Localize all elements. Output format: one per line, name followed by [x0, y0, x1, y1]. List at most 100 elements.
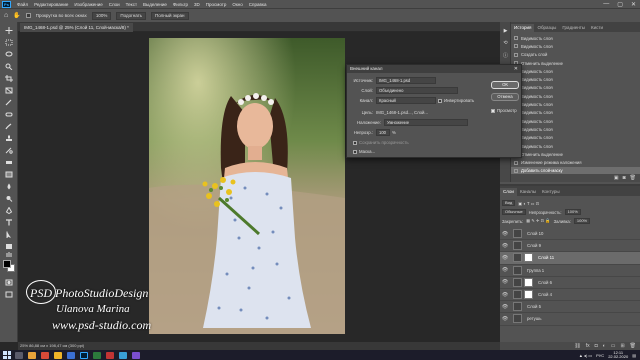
- minimize-icon[interactable]: —: [603, 1, 609, 7]
- ok-button[interactable]: ОК: [491, 81, 519, 89]
- menu-view[interactable]: Просмотр: [203, 2, 230, 7]
- info-icon[interactable]: ⓘ: [502, 52, 509, 59]
- adjustment-layer-icon[interactable]: ◐: [603, 343, 606, 349]
- foreground-color-swatch[interactable]: [3, 260, 11, 268]
- history-row[interactable]: Изменение режима наложения: [511, 158, 640, 166]
- scroll-all-checkbox[interactable]: [25, 13, 31, 18]
- dialog-close-icon[interactable]: ✕: [514, 65, 518, 73]
- maximize-icon[interactable]: ▢: [617, 1, 623, 8]
- path-select-tool-icon[interactable]: [4, 230, 14, 238]
- word-icon[interactable]: [67, 351, 75, 359]
- chrome-icon[interactable]: [54, 351, 62, 359]
- photo-canvas[interactable]: [149, 38, 345, 334]
- layer-mask-thumbnail[interactable]: [524, 253, 533, 263]
- move-tool-icon[interactable]: [4, 26, 14, 34]
- history-row[interactable]: Видимость слоя: [511, 134, 640, 142]
- tab-channels[interactable]: Каналы: [517, 188, 539, 196]
- history-row[interactable]: Видимость слоя: [511, 75, 640, 83]
- mask-checkbox[interactable]: [353, 149, 357, 154]
- brush-tool-icon[interactable]: [4, 122, 14, 130]
- app-icon[interactable]: [106, 351, 114, 359]
- menu-file[interactable]: Файл: [14, 2, 31, 7]
- layer-thumbnail[interactable]: [513, 314, 522, 324]
- preserve-transparency-checkbox[interactable]: [353, 140, 357, 145]
- hand-tool-icon[interactable]: [4, 250, 14, 258]
- document-tab[interactable]: IMG_1468-1.psd @ 25% (Слой 11, Слой-маск…: [20, 23, 133, 32]
- camera-icon[interactable]: ◙: [623, 175, 626, 181]
- file-explorer-icon[interactable]: [28, 351, 36, 359]
- history-row[interactable]: Видимость слоя: [511, 67, 640, 75]
- layer-select[interactable]: Объединено: [376, 87, 458, 94]
- clone-stamp-tool-icon[interactable]: [4, 134, 14, 142]
- search-icon[interactable]: [15, 351, 23, 359]
- filter-icons[interactable]: ▣ ◐ T ▭ ⊡: [518, 201, 539, 206]
- opera-browser-icon[interactable]: [41, 351, 49, 359]
- visibility-eye-icon[interactable]: 👁: [500, 316, 510, 322]
- history-row[interactable]: Создать слой: [511, 51, 640, 59]
- menu-layers[interactable]: Слои: [106, 2, 123, 7]
- opacity-field[interactable]: 100%: [564, 209, 581, 215]
- source-select[interactable]: IMG_1468-1.psd: [376, 77, 436, 84]
- visibility-eye-icon[interactable]: 👁: [500, 304, 510, 310]
- history-row[interactable]: Видимость слоя: [511, 42, 640, 50]
- dodge-tool-icon[interactable]: [4, 194, 14, 202]
- history-row[interactable]: Видимость слоя: [511, 100, 640, 108]
- quick-mask-icon[interactable]: [4, 278, 14, 286]
- layer-thumbnail[interactable]: [513, 253, 522, 263]
- history-brush-tool-icon[interactable]: [4, 146, 14, 154]
- menu-type[interactable]: Текст: [123, 2, 140, 7]
- menu-edit[interactable]: Редактирование: [31, 2, 71, 7]
- menu-3d[interactable]: 3D: [191, 2, 203, 7]
- new-layer-icon[interactable]: ⊞: [620, 343, 624, 349]
- history-row[interactable]: Видимость слоя: [511, 92, 640, 100]
- zoom-value-field[interactable]: 100%: [91, 11, 112, 20]
- photoshop-logo[interactable]: Ps: [2, 0, 11, 8]
- dialog-titlebar[interactable]: Внешний канал ✕: [347, 65, 521, 73]
- layer-mask-thumbnail[interactable]: [524, 277, 533, 287]
- layer-row[interactable]: 👁 ретушь: [500, 313, 640, 326]
- visibility-eye-icon[interactable]: 👁: [500, 292, 510, 298]
- menu-filter[interactable]: Фильтр: [170, 2, 191, 7]
- layer-mask-thumbnail[interactable]: [524, 290, 533, 300]
- layer-thumbnail[interactable]: [513, 302, 522, 312]
- pen-tool-icon[interactable]: [4, 206, 14, 214]
- layer-row[interactable]: 👁 Слой 9: [500, 240, 640, 253]
- history-row[interactable]: Видимость слоя: [511, 109, 640, 117]
- lock-icons[interactable]: ▦ ✎ ✛ ⊡ 🔒: [526, 218, 550, 224]
- cancel-button[interactable]: Отмена: [491, 93, 519, 101]
- tab-paths[interactable]: Контуры: [539, 188, 563, 196]
- layer-filter-select[interactable]: Вид: [502, 200, 516, 206]
- layer-row[interactable]: 👁 Слой 10: [500, 228, 640, 241]
- hand-tool-icon[interactable]: ✋: [13, 12, 20, 19]
- eyedropper-tool-icon[interactable]: [4, 98, 14, 106]
- lasso-tool-icon[interactable]: [4, 50, 14, 58]
- menu-select[interactable]: Выделение: [140, 2, 170, 7]
- healing-brush-tool-icon[interactable]: [4, 110, 14, 118]
- history-row[interactable]: Отменить выделение: [511, 150, 640, 158]
- layer-thumbnail[interactable]: [513, 265, 522, 275]
- menu-image[interactable]: Изображение: [71, 2, 105, 7]
- language-indicator[interactable]: РУС: [596, 353, 604, 358]
- home-icon[interactable]: ⌂: [4, 12, 8, 19]
- history-row[interactable]: Видимость слоя: [511, 84, 640, 92]
- invert-checkbox[interactable]: [438, 98, 442, 103]
- eraser-tool-icon[interactable]: [4, 158, 14, 166]
- menu-help[interactable]: Справка: [246, 2, 270, 7]
- link-icon[interactable]: ⛓: [574, 343, 580, 349]
- visibility-eye-icon[interactable]: 👁: [500, 231, 510, 237]
- crop-tool-icon[interactable]: [4, 74, 14, 82]
- visibility-eye-icon[interactable]: 👁: [500, 267, 510, 273]
- history-icon[interactable]: ⟲: [502, 40, 509, 46]
- history-row[interactable]: Отменить выделение: [511, 59, 640, 67]
- telegram-icon[interactable]: [119, 351, 127, 359]
- fx-icon[interactable]: fx: [586, 343, 590, 349]
- clock[interactable]: 12:11 22.02.2020: [608, 350, 628, 360]
- marquee-tool-icon[interactable]: [4, 38, 14, 46]
- add-mask-icon[interactable]: ◘: [595, 343, 598, 349]
- tab-gradients[interactable]: Градиенты: [559, 24, 588, 32]
- history-row[interactable]: Видимость слоя: [511, 34, 640, 42]
- tab-history[interactable]: История: [511, 24, 535, 32]
- notifications-icon[interactable]: ▤: [632, 353, 636, 358]
- viber-icon[interactable]: [132, 351, 140, 359]
- close-icon[interactable]: ✕: [631, 1, 636, 8]
